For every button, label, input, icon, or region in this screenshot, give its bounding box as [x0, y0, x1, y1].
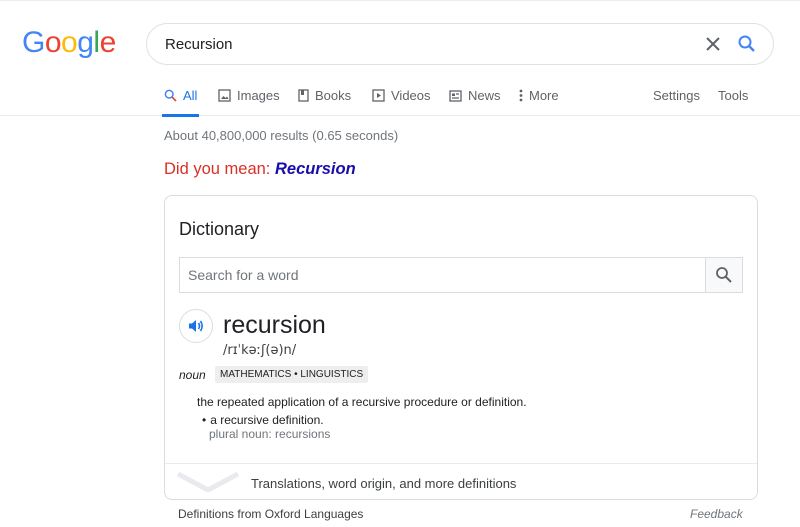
- chevron-down-icon: [177, 472, 239, 492]
- sub-definition-text: a recursive definition.: [210, 413, 324, 427]
- tab-label: Books: [315, 88, 352, 103]
- dictionary-card: Dictionary Search for a word recursion /…: [164, 195, 758, 500]
- domain-badge: MATHEMATICS • LINGUISTICS: [215, 366, 369, 383]
- pronunciation-button[interactable]: [179, 309, 213, 343]
- more-definitions-link[interactable]: Translations, word origin, and more defi…: [251, 476, 516, 491]
- did-you-mean-label: Did you mean:: [164, 160, 271, 178]
- part-of-speech: noun: [179, 368, 206, 382]
- tab-settings[interactable]: Settings: [653, 88, 700, 103]
- feedback-link[interactable]: Feedback: [690, 507, 743, 521]
- image-icon: [218, 89, 231, 102]
- logo-letter: o: [61, 26, 78, 59]
- news-icon: [449, 89, 462, 102]
- logo-letter: o: [44, 26, 62, 59]
- search-icon[interactable]: [737, 34, 757, 54]
- did-you-mean-link[interactable]: Recursion: [275, 160, 356, 178]
- logo-letter: G: [22, 26, 45, 59]
- tab-label: Settings: [653, 88, 700, 103]
- tab-label: Tools: [718, 88, 749, 103]
- search-icon: [716, 267, 732, 283]
- tab-all[interactable]: All: [161, 88, 200, 117]
- dictionary-search-button[interactable]: [705, 258, 742, 292]
- tab-label: More: [529, 88, 559, 103]
- logo-letter: e: [99, 26, 117, 59]
- tab-label: Images: [237, 88, 280, 103]
- bullet: •: [202, 413, 207, 427]
- tab-tools[interactable]: Tools: [718, 88, 748, 103]
- phonetic: /rɪˈkəːʃ(ə)n/: [223, 343, 297, 358]
- search-tabs: All Images Books Videos News More Settin…: [0, 80, 800, 117]
- tab-label: All: [183, 88, 198, 103]
- more-definitions-row[interactable]: Translations, word origin, and more defi…: [165, 463, 757, 499]
- tab-label: Videos: [391, 88, 431, 103]
- book-icon: [298, 89, 309, 102]
- tab-more[interactable]: More: [519, 88, 559, 103]
- definitions-source[interactable]: Definitions from Oxford Languages: [178, 507, 363, 521]
- definition: the repeated application of a recursive …: [197, 395, 527, 409]
- search-icon: [164, 89, 177, 102]
- google-logo[interactable]: Google: [22, 26, 116, 60]
- tab-books[interactable]: Books: [298, 88, 351, 103]
- card-title: Dictionary: [179, 219, 260, 239]
- dictionary-search-input[interactable]: Search for a word: [188, 267, 299, 283]
- tab-news[interactable]: News: [449, 88, 501, 103]
- tab-label: News: [468, 88, 501, 103]
- clear-icon[interactable]: [702, 33, 724, 55]
- did-you-mean: Did you mean: Recursion: [164, 160, 356, 179]
- top-divider: [0, 0, 800, 4]
- more-vert-icon: [519, 89, 523, 102]
- logo-letter: g: [77, 26, 94, 59]
- plural-form: plural noun: recursions: [209, 427, 331, 441]
- speaker-icon: [189, 320, 203, 332]
- result-stats: About 40,800,000 results (0.65 seconds): [164, 128, 399, 143]
- tab-videos[interactable]: Videos: [372, 88, 431, 103]
- search-box[interactable]: Recursion: [146, 23, 774, 65]
- search-input[interactable]: Recursion: [165, 36, 233, 53]
- headword: recursion: [223, 311, 326, 339]
- play-icon: [372, 89, 385, 102]
- dictionary-search: Search for a word: [179, 257, 743, 293]
- sub-definition: • a recursive definition.: [202, 413, 324, 427]
- tab-images[interactable]: Images: [218, 88, 280, 103]
